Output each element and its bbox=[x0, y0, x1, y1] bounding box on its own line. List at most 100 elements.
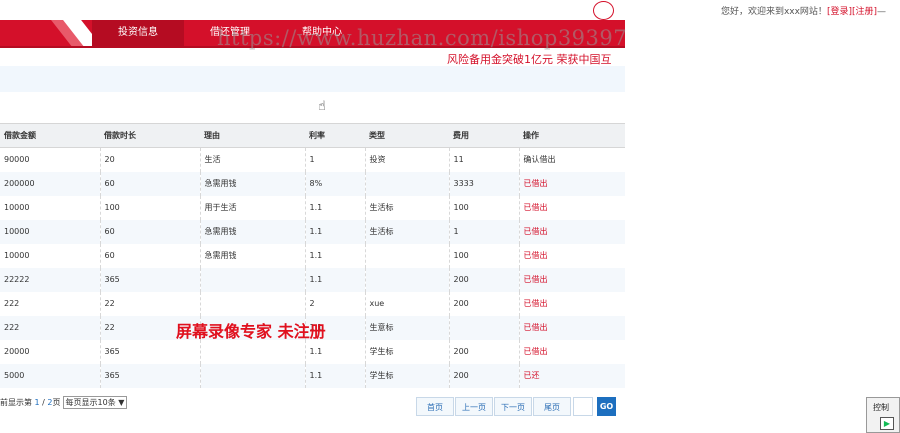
go-button[interactable]: GO bbox=[597, 397, 616, 416]
cell-duration: 60 bbox=[99, 219, 200, 244]
cell-action[interactable]: 确认借出 bbox=[518, 147, 625, 172]
cell-fee: 200 bbox=[448, 291, 519, 316]
cell-rate: 1.1 bbox=[304, 195, 365, 220]
per-page-select[interactable]: 每页显示10条 ▼ bbox=[62, 396, 128, 409]
cell-reason bbox=[199, 267, 305, 292]
cell-reason: 用于生活 bbox=[199, 195, 305, 220]
col-header-duration: 借款时长 bbox=[100, 123, 200, 148]
register-link[interactable]: [注册] bbox=[852, 7, 877, 17]
cell-duration: 365 bbox=[99, 267, 200, 292]
table-row: 10000 100 用于生活 1.1 生活标 100 已借出 bbox=[0, 195, 625, 220]
filter-bar bbox=[0, 66, 625, 92]
cell-fee: 100 bbox=[448, 243, 519, 268]
cell-duration: 365 bbox=[99, 339, 200, 364]
nav-item-invest-info[interactable]: 投资信息 bbox=[92, 20, 184, 46]
cell-amount: 10000 bbox=[4, 251, 30, 260]
col-header-fee: 费用 bbox=[449, 123, 519, 148]
cell-action[interactable]: 已借出 bbox=[518, 195, 625, 220]
table-row: 10000 60 急需用钱 1.1 生活标 1 已借出 bbox=[0, 219, 625, 244]
cell-reason bbox=[199, 291, 305, 316]
cell-type: 学生标 bbox=[364, 363, 449, 388]
cell-type: xue bbox=[364, 291, 449, 316]
cell-action[interactable]: 已借出 bbox=[518, 171, 625, 196]
cell-amount: 20000 bbox=[4, 347, 30, 356]
cell-action[interactable]: 已借出 bbox=[518, 315, 625, 340]
col-header-type: 类型 bbox=[365, 123, 449, 148]
cell-fee: 1 bbox=[448, 219, 519, 244]
cell-action[interactable]: 已借出 bbox=[518, 243, 625, 268]
play-icon[interactable]: ▶ bbox=[880, 417, 894, 430]
cell-rate: 1.1 bbox=[304, 339, 365, 364]
last-page-button[interactable]: 尾页 bbox=[533, 397, 571, 416]
cell-reason: 急需用钱 bbox=[199, 171, 305, 196]
cell-action[interactable]: 已借出 bbox=[518, 267, 625, 292]
pager-info: 前显示第 1 / 2页 每页显示10条 ▼ bbox=[0, 396, 128, 409]
cell-rate: 1.1 bbox=[304, 267, 365, 292]
prev-page-button[interactable]: 上一页 bbox=[455, 397, 493, 416]
col-header-rate: 利率 bbox=[305, 123, 365, 148]
col-header-reason: 理由 bbox=[200, 123, 305, 148]
page-number-input[interactable] bbox=[573, 397, 593, 416]
top-bar: 您好，欢迎来到xxx网站！[登录][注册]— bbox=[0, 0, 900, 20]
cell-type: 学生标 bbox=[364, 339, 449, 364]
cell-duration: 100 bbox=[99, 195, 200, 220]
table-row: 222 22 2 xue 200 已借出 bbox=[0, 291, 625, 316]
hand-pointer-icon: ☝ bbox=[318, 99, 326, 114]
cell-duration: 60 bbox=[99, 171, 200, 196]
cell-type: 生活标 bbox=[364, 195, 449, 220]
first-page-button[interactable]: 首页 bbox=[416, 397, 454, 416]
cell-amount: 22222 bbox=[0, 267, 100, 292]
table-row: 90000 20 生活 1 投资 11 确认借出 bbox=[0, 147, 625, 172]
col-header-amount: 借款金额 bbox=[0, 123, 100, 148]
login-link[interactable]: [登录] bbox=[827, 7, 852, 17]
cell-duration: 20 bbox=[99, 147, 200, 172]
cell-amount: 222 bbox=[0, 315, 100, 340]
cell-fee bbox=[448, 315, 519, 340]
cell-type: 生活标 bbox=[364, 219, 449, 244]
table-row: 10000 60 急需用钱 1.1 100 已借出 bbox=[0, 243, 625, 268]
cell-rate: 1.1 bbox=[304, 243, 365, 268]
url-watermark: https://www.huzhan.com/ishop39397 bbox=[217, 26, 628, 50]
cell-amount: 222 bbox=[4, 299, 20, 308]
cell-duration: 22 bbox=[99, 291, 200, 316]
cell-rate: 1.1 bbox=[304, 219, 365, 244]
cell-fee: 11 bbox=[448, 147, 519, 172]
cell-fee: 200 bbox=[448, 267, 519, 292]
next-page-button[interactable]: 下一页 bbox=[494, 397, 532, 416]
cell-reason bbox=[199, 339, 305, 364]
cell-fee: 100 bbox=[448, 195, 519, 220]
cell-amount: 5000 bbox=[0, 363, 100, 388]
recorder-watermark: 屏幕录像专家 未注册 bbox=[176, 322, 326, 341]
col-header-action: 操作 bbox=[519, 123, 625, 148]
cell-type: 投资 bbox=[364, 147, 449, 172]
recorder-control-panel: 控制 ▶ bbox=[866, 397, 900, 433]
cell-duration: 60 bbox=[99, 243, 200, 268]
cell-duration: 365 bbox=[99, 363, 200, 388]
cell-fee: 200 bbox=[448, 363, 519, 388]
table-row: 20000 365 1.1 学生标 200 已借出 bbox=[0, 339, 625, 364]
cell-amount: 200000 bbox=[0, 171, 100, 196]
pager-suffix: 页 bbox=[52, 398, 61, 407]
cell-amount: 10000 bbox=[0, 219, 100, 244]
table-row: 5000 365 1.1 学生标 200 已还 bbox=[0, 363, 625, 388]
pager-prefix: 前显示第 bbox=[0, 398, 35, 407]
table-header-row: 借款金额 借款时长 理由 利率 类型 费用 操作 bbox=[0, 123, 625, 148]
cell-action[interactable]: 已借出 bbox=[518, 291, 625, 316]
annotation-circle bbox=[593, 1, 614, 20]
cell-rate: 8% bbox=[304, 171, 365, 196]
cell-type bbox=[364, 171, 449, 196]
welcome-text: 您好，欢迎来到xxx网站！[登录][注册]— bbox=[721, 4, 886, 17]
cell-rate: 1 bbox=[304, 147, 365, 172]
table-row: 22222 365 1.1 200 已借出 bbox=[0, 267, 625, 292]
loan-table: 借款金额 借款时长 理由 利率 类型 费用 操作 90000 20 生活 1 投资 11 确… bbox=[0, 123, 625, 388]
cell-action[interactable]: 已还 bbox=[518, 363, 625, 388]
cell-rate: 1.1 bbox=[304, 363, 365, 388]
cell-amount: 90000 bbox=[4, 155, 30, 165]
slogan-marquee: 风险备用金突破1亿元 荣获中国互 bbox=[447, 53, 612, 66]
cell-amount: 10000 bbox=[4, 203, 30, 212]
welcome-suffix: — bbox=[877, 7, 886, 17]
cell-action[interactable]: 已借出 bbox=[518, 339, 625, 364]
cell-action[interactable]: 已借出 bbox=[518, 219, 625, 244]
cell-fee: 200 bbox=[448, 339, 519, 364]
welcome-prefix: 您好，欢迎来到xxx网站！ bbox=[720, 7, 827, 17]
